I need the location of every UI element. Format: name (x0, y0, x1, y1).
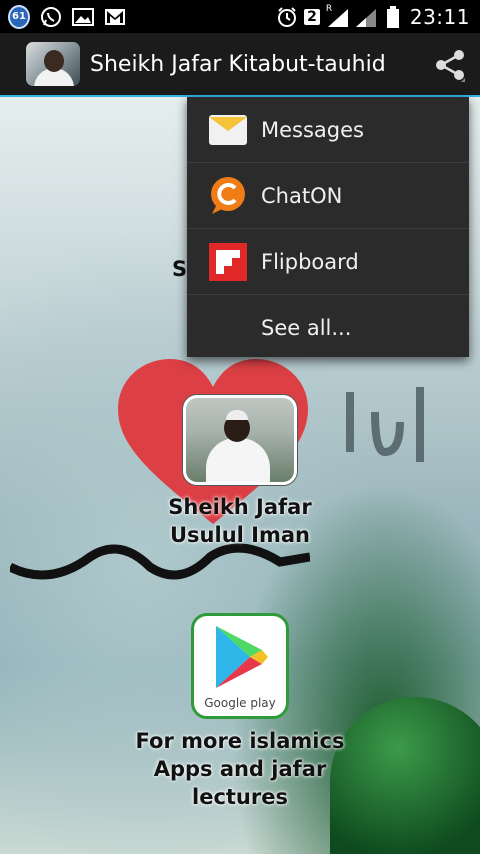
tile-label-line3: lectures (192, 785, 288, 809)
share-icon (436, 50, 465, 82)
whatsapp-icon (40, 6, 62, 28)
share-menu-item-label: See all... (261, 315, 352, 340)
alarm-icon (276, 6, 298, 28)
tile-usulul-iman[interactable]: Sheikh Jafar Usulul Iman (150, 395, 330, 549)
share-menu-item-messages[interactable]: Messages (187, 97, 469, 163)
tile-label-line1: Sheikh Jafar (168, 495, 312, 519)
flipboard-icon (207, 241, 249, 283)
share-menu-item-label: Messages (261, 117, 364, 142)
sim-number: 2 (304, 8, 320, 25)
share-button[interactable] (430, 45, 470, 85)
messages-icon (207, 109, 249, 151)
share-menu-item-see-all[interactable]: See all... (187, 295, 469, 360)
notification-count-icon: 61 (8, 4, 30, 29)
tile-more-apps[interactable]: Google play For more islamics Apps and j… (120, 613, 360, 811)
arabic-calligraphy-decoration (346, 387, 424, 462)
battery-icon (382, 5, 404, 28)
sheikh-photo-icon[interactable] (26, 42, 80, 86)
signal-icon-2 (354, 6, 376, 28)
gmail-icon (104, 6, 126, 28)
notification-count: 61 (8, 4, 30, 29)
share-menu: Messages ChatON Flipboard See all... (187, 97, 469, 357)
clock: 23:11 (409, 4, 470, 29)
tile-label-line2: Usulul Iman (170, 523, 310, 547)
share-menu-item-label: ChatON (261, 183, 343, 208)
partial-tile-label: S (172, 257, 188, 281)
status-bar: 61 2 R 23:11 (0, 0, 480, 33)
tile-label-line1: For more islamics (135, 729, 345, 753)
roaming-indicator: R (325, 3, 333, 14)
lecture-thumbnail (183, 395, 297, 485)
app-title: Sheikh Jafar Kitabut-tauhid (90, 51, 386, 77)
signal-icon: R (325, 3, 348, 28)
gallery-icon (72, 6, 94, 28)
share-menu-item-chaton[interactable]: ChatON (187, 163, 469, 229)
chaton-icon (207, 175, 249, 217)
google-play-text: Google play (204, 696, 276, 710)
action-bar: Sheikh Jafar Kitabut-tauhid (0, 33, 480, 97)
share-menu-item-flipboard[interactable]: Flipboard (187, 229, 469, 295)
tile-label-line2: Apps and jafar (153, 757, 327, 781)
share-menu-item-label: Flipboard (261, 249, 359, 274)
google-play-icon: Google play (191, 613, 289, 719)
